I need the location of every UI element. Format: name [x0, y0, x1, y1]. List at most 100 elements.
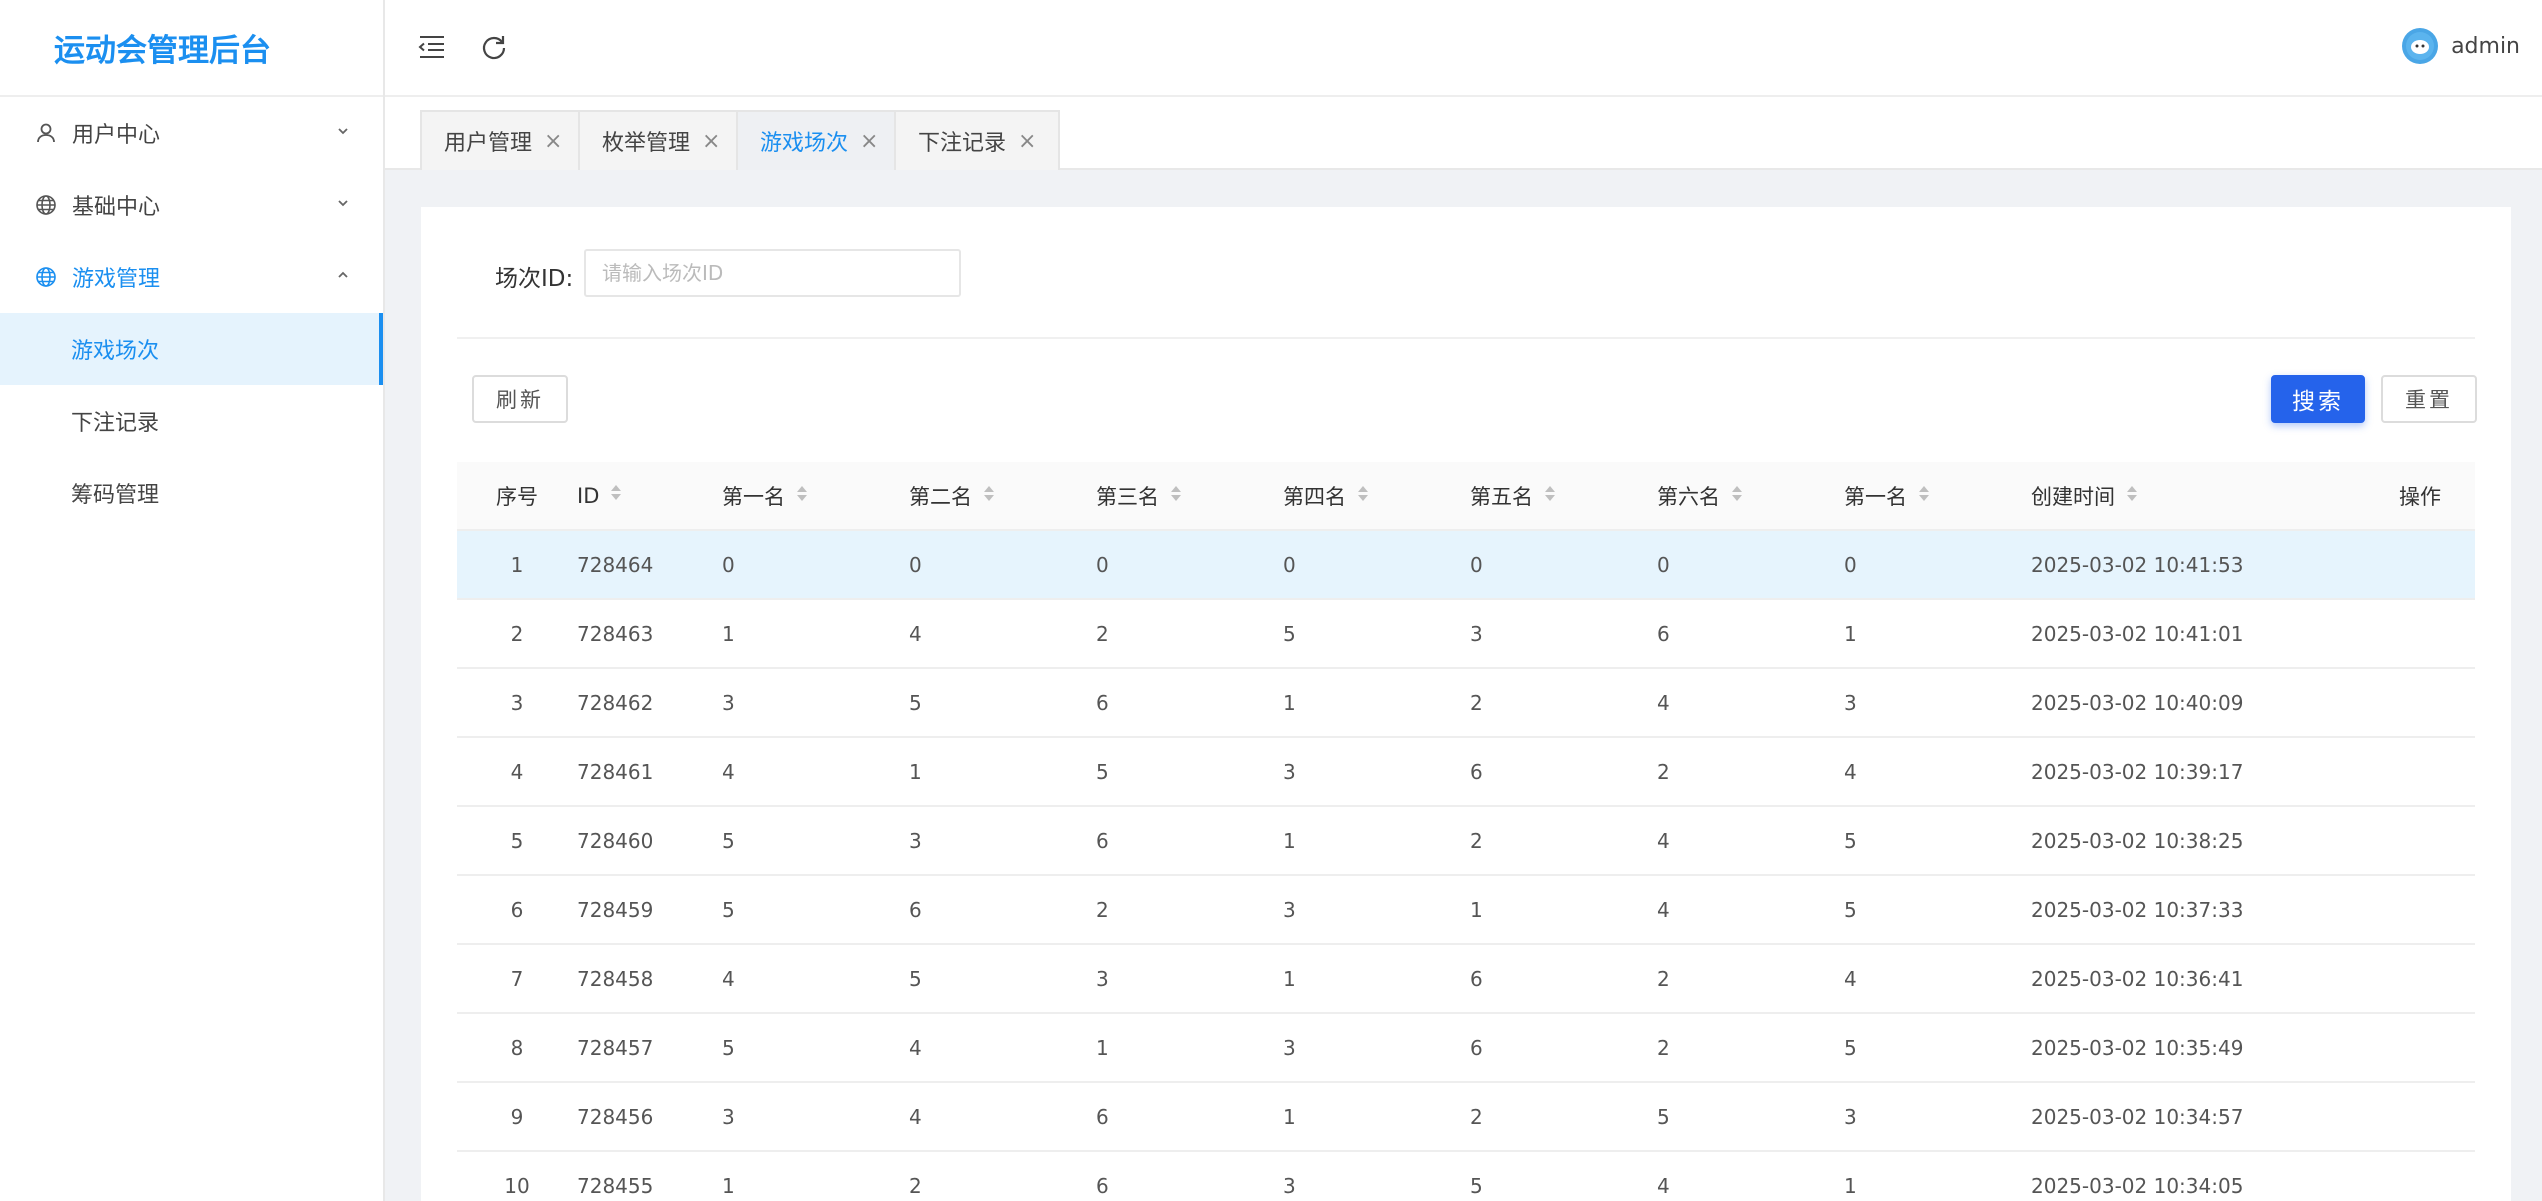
table-cell: 2025-03-02 10:34:05	[2031, 1151, 2371, 1201]
reset-button[interactable]: 重置	[2381, 375, 2477, 423]
tab-label: 枚举管理	[602, 131, 691, 156]
sidebar-item-bet-records[interactable]: 下注记录	[0, 385, 383, 457]
table-cell: 2	[1096, 875, 1283, 945]
table-cell: 5	[909, 668, 1096, 738]
table-cell: 1	[1283, 806, 1470, 876]
close-icon[interactable]: ×	[1018, 129, 1036, 154]
table-cell	[2371, 530, 2475, 600]
tab-label: 用户管理	[444, 131, 533, 156]
table-cell: 6	[1096, 668, 1283, 738]
close-icon[interactable]: ×	[702, 129, 720, 154]
tab-enum-management[interactable]: 枚举管理 ×	[578, 110, 745, 170]
table-row[interactable]: 4 728461 4 1 5 3 6 2 4 2025-03-02 10:39:17	[457, 737, 2475, 807]
table-cell: 4	[722, 737, 909, 807]
table-cell: 2	[909, 1151, 1096, 1201]
col-header-fourth[interactable]: 第四名	[1283, 462, 1470, 531]
table-row[interactable]: 7 728458 4 5 3 1 6 2 4 2025-03-02 10:36:41	[457, 944, 2475, 1014]
table-cell: 3	[1844, 1082, 2031, 1152]
table-cell: 2025-03-02 10:41:53	[2031, 530, 2371, 600]
table-cell: 728456	[577, 1082, 722, 1152]
sort-icon[interactable]	[984, 485, 994, 504]
col-header-fifth[interactable]: 第五名	[1470, 462, 1657, 531]
table-cell: 728455	[577, 1151, 722, 1201]
table-cell: 2	[1470, 806, 1657, 876]
col-header-id[interactable]: ID	[577, 462, 722, 531]
refresh-page-button[interactable]	[477, 30, 511, 64]
tab-user-management[interactable]: 用户管理 ×	[420, 110, 587, 170]
col-header-third[interactable]: 第三名	[1096, 462, 1283, 531]
table-cell: 2	[1470, 668, 1657, 738]
search-button[interactable]: 搜索	[2271, 375, 2365, 423]
sort-icon[interactable]	[1171, 485, 1181, 504]
table-cell: 2025-03-02 10:37:33	[2031, 875, 2371, 945]
refresh-button[interactable]: 刷新	[472, 375, 568, 423]
table-cell: 0	[1470, 530, 1657, 600]
table-cell: 3	[722, 1082, 909, 1152]
menu-user-center[interactable]: 用户中心	[0, 97, 383, 169]
table-row[interactable]: 1 728464 0 0 0 0 0 0 0 2025-03-02 10:41:53	[457, 530, 2475, 600]
table-cell: 4	[722, 944, 909, 1014]
table-cell: 4	[1657, 875, 1844, 945]
col-header-first-2[interactable]: 第一名	[1844, 462, 2031, 531]
close-icon[interactable]: ×	[544, 129, 562, 154]
sort-icon[interactable]	[1919, 485, 1929, 504]
tab-bet-records[interactable]: 下注记录 ×	[894, 110, 1061, 170]
table-cell: 5	[1657, 1082, 1844, 1152]
menu-game-management[interactable]: 游戏管理	[0, 241, 383, 313]
sort-icon[interactable]	[2127, 485, 2137, 504]
table-cell: 728458	[577, 944, 722, 1014]
table-row[interactable]: 9 728456 3 4 6 1 2 5 3 2025-03-02 10:34:57	[457, 1082, 2475, 1152]
menu-base-center[interactable]: 基础中心	[0, 169, 383, 241]
sort-icon[interactable]	[797, 485, 807, 504]
collapse-menu-button[interactable]	[415, 30, 449, 64]
table-cell: 2025-03-02 10:35:49	[2031, 1013, 2371, 1083]
table-cell: 2025-03-02 10:39:17	[2031, 737, 2371, 807]
table-cell: 4	[457, 737, 577, 807]
table-cell: 728464	[577, 530, 722, 600]
table-cell: 728457	[577, 1013, 722, 1083]
user-icon	[34, 121, 58, 145]
table-cell: 9	[457, 1082, 577, 1152]
table-cell: 5	[722, 1013, 909, 1083]
table-cell: 6	[457, 875, 577, 945]
table-row[interactable]: 8 728457 5 4 1 3 6 2 5 2025-03-02 10:35:49	[457, 1013, 2475, 1083]
sort-icon[interactable]	[1732, 485, 1742, 504]
col-header-sixth[interactable]: 第六名	[1657, 462, 1844, 531]
sort-icon[interactable]	[1358, 485, 1368, 504]
table-row[interactable]: 3 728462 3 5 6 1 2 4 3 2025-03-02 10:40:09	[457, 668, 2475, 738]
table-header-row: 序号 ID 第一名 第二名 第三名 第四名 第五名 第六名 第一名 创建时间 操…	[457, 462, 2475, 531]
col-header-second[interactable]: 第二名	[909, 462, 1096, 531]
menu-user-center-label: 用户中心	[72, 123, 161, 148]
game-sessions-table: 序号 ID 第一名 第二名 第三名 第四名 第五名 第六名 第一名 创建时间 操…	[457, 462, 2475, 1201]
table-cell: 1	[1844, 1151, 2031, 1201]
table-cell: 4	[1657, 668, 1844, 738]
table-cell: 3	[457, 668, 577, 738]
menu-base-center-label: 基础中心	[72, 195, 161, 220]
table-row[interactable]: 10 728455 1 2 6 3 5 4 1 2025-03-02 10:34:05	[457, 1151, 2475, 1201]
table-row[interactable]: 5 728460 5 3 6 1 2 4 5 2025-03-02 10:38:25	[457, 806, 2475, 876]
table-row[interactable]: 2 728463 1 4 2 5 3 6 1 2025-03-02 10:41:01	[457, 599, 2475, 669]
user-menu[interactable]: admin	[2402, 28, 2520, 64]
table-cell: 3	[1844, 668, 2031, 738]
menu-game-management-label: 游戏管理	[72, 267, 161, 292]
col-header-first[interactable]: 第一名	[722, 462, 909, 531]
table-cell: 3	[1283, 1013, 1470, 1083]
sort-icon[interactable]	[611, 484, 622, 503]
table-cell: 5	[1844, 1013, 2031, 1083]
table-row[interactable]: 6 728459 5 6 2 3 1 4 5 2025-03-02 10:37:33	[457, 875, 2475, 945]
col-header-created-time[interactable]: 创建时间	[2031, 462, 2371, 531]
tab-game-sessions[interactable]: 游戏场次 ×	[736, 110, 903, 170]
sidebar-item-game-sessions[interactable]: 游戏场次	[0, 313, 383, 385]
table-cell: 2	[1657, 944, 1844, 1014]
table-cell: 10	[457, 1151, 577, 1201]
table-cell: 2025-03-02 10:36:41	[2031, 944, 2371, 1014]
session-id-input[interactable]	[584, 249, 961, 297]
sidebar-item-chip-management[interactable]: 筹码管理	[0, 457, 383, 529]
table-cell: 3	[1283, 1151, 1470, 1201]
menu-fold-icon	[418, 36, 444, 58]
avatar	[2402, 28, 2439, 64]
content-card: 场次ID: 刷新 搜索 重置 序号 ID 第一名 第二名 第三名 第四名 第五名…	[421, 207, 2511, 1201]
close-icon[interactable]: ×	[860, 129, 878, 154]
table-cell: 5	[1844, 875, 2031, 945]
sort-icon[interactable]	[1545, 485, 1555, 504]
